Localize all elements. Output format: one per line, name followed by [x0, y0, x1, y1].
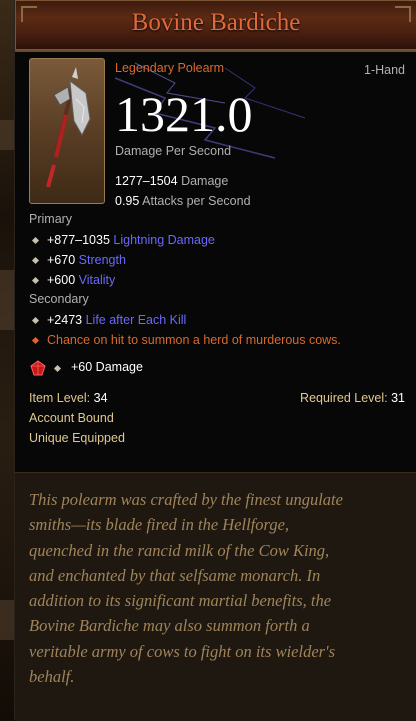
required-level-label: Required Level: [300, 391, 388, 405]
damage-range: 1277–1504 [115, 174, 178, 188]
primary-heading: Primary [29, 212, 73, 226]
flavor-text: This polearm was crafted by the finest u… [29, 487, 409, 689]
background-decoration [0, 120, 14, 150]
flavor-line: and enchanted by that selfsame monarch. … [29, 565, 321, 585]
affix-stat: Vitality [78, 273, 116, 287]
background-strip [0, 0, 14, 720]
bullet-icon [31, 256, 40, 265]
polearm-axe-icon [46, 67, 91, 188]
affix-row: +670 Strength [47, 253, 126, 267]
item-level-label: Item Level: [29, 391, 91, 405]
affix-row: +600 Vitality [47, 273, 115, 287]
required-level-value: 31 [391, 391, 405, 405]
affix-value: +600 [47, 273, 76, 287]
affix-value: +2473 [47, 313, 83, 327]
legendary-bullet-icon [31, 336, 40, 345]
bullet-icon [31, 276, 40, 285]
damage-line: 1277–1504 Damage [115, 174, 228, 188]
affix-row: +877–1035 Lightning Damage [47, 233, 215, 247]
item-type: Legendary Polearm [115, 61, 225, 75]
bullet-icon [53, 364, 62, 373]
secondary-heading: Secondary [29, 292, 89, 306]
affix-stat: Lightning Damage [113, 233, 215, 247]
tooltip-header: Bovine Bardiche [15, 0, 416, 52]
bullet-icon [31, 236, 40, 245]
aps-value: 0.95 [115, 194, 140, 208]
unique-equipped: Unique Equipped [29, 431, 125, 445]
flavor-line: quenched in the rancid milk of the Cow K… [29, 540, 330, 560]
damage-label: Damage [181, 174, 229, 188]
socket-bonus: +60 Damage [71, 360, 143, 374]
item-level: Item Level: 34 [29, 391, 108, 405]
flavor-panel: This polearm was crafted by the finest u… [15, 472, 416, 721]
ruby-gem-icon [30, 360, 46, 376]
affix-value: +877–1035 [47, 233, 110, 247]
affix-value: +670 [47, 253, 76, 267]
background-decoration [0, 270, 14, 330]
item-name: Bovine Bardiche [131, 9, 301, 36]
flavor-line: veritable army of cows to fight on its w… [29, 641, 336, 661]
dps-value: 1321.0 [115, 86, 253, 142]
aps-label: Attacks per Second [142, 194, 251, 208]
affix-stat: Life after Each Kill [85, 313, 187, 327]
affix-row: +2473 Life after Each Kill [47, 313, 186, 327]
flavor-line: addition to its significant martial bene… [29, 591, 332, 611]
flavor-line: smiths—its blade fired in the Hellforge, [29, 515, 290, 535]
affix-stat: Strength [78, 253, 126, 267]
legendary-power: Chance on hit to summon a herd of murder… [47, 333, 341, 347]
item-level-value: 34 [93, 391, 108, 405]
bullet-icon [31, 316, 40, 325]
background-decoration [0, 600, 14, 640]
item-icon-frame [29, 58, 105, 204]
dps-label: Damage Per Second [115, 144, 232, 158]
account-bound: Account Bound [29, 411, 114, 425]
required-level: Required Level: 31 [300, 391, 405, 405]
flavor-line: Bovine Bardiche may also summon forth a [29, 616, 310, 636]
flavor-line: behalf. [29, 667, 75, 687]
item-tooltip: Bovine Bardiche Legendary Polearm 1-Hand… [14, 0, 416, 721]
flavor-line: This polearm was crafted by the finest u… [29, 490, 343, 509]
item-hand: 1-Hand [364, 63, 405, 77]
aps-line: 0.95 Attacks per Second [115, 194, 251, 208]
